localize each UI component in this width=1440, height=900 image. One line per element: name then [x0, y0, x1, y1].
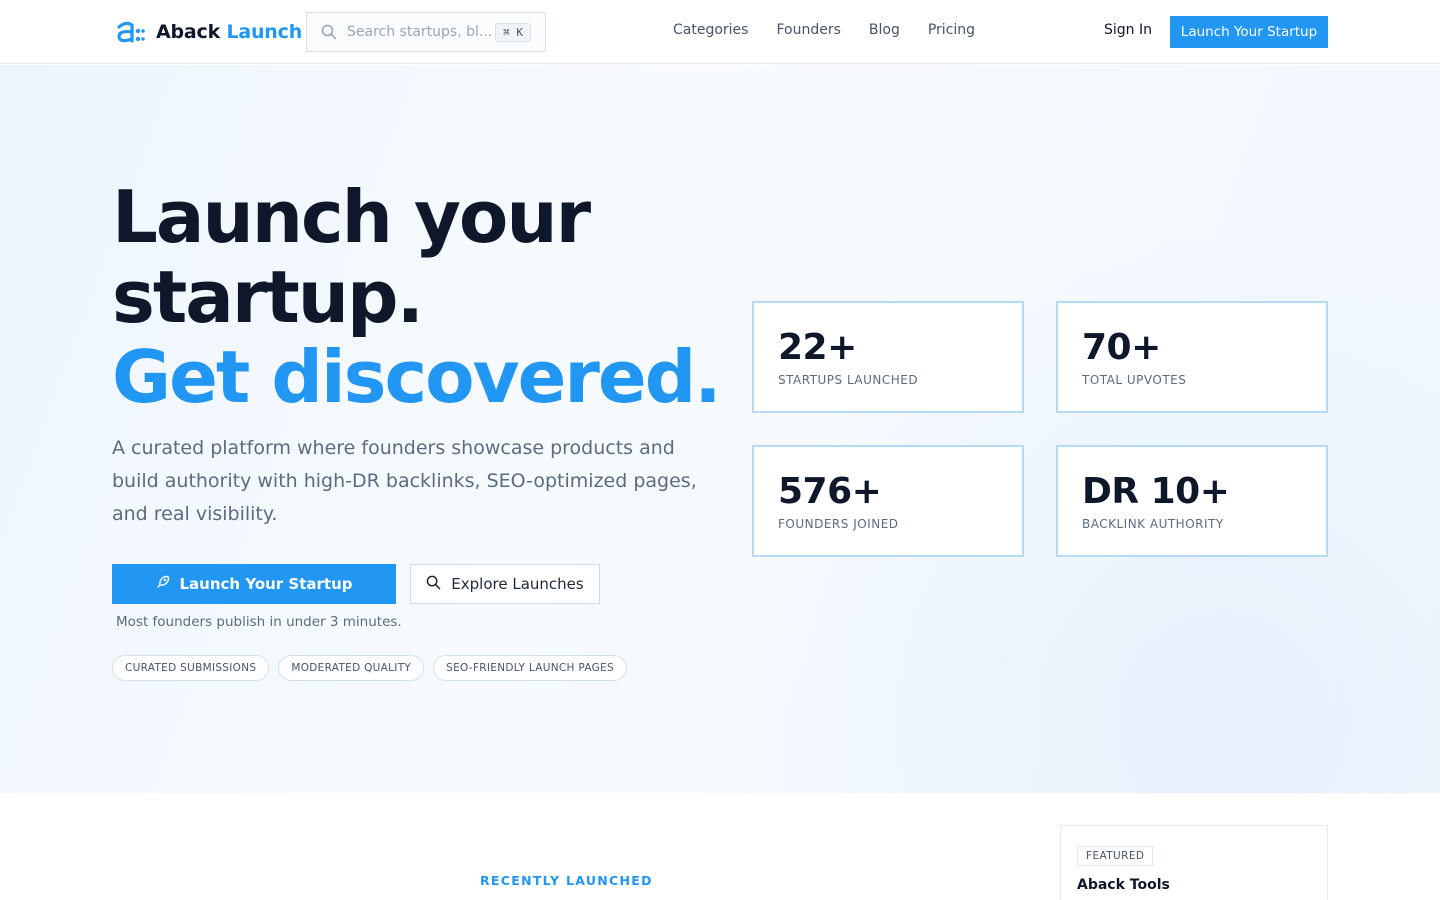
search-input[interactable]: Search startups, bl... ⌘ K — [306, 12, 546, 52]
stat-label: STARTUPS LAUNCHED — [778, 373, 919, 387]
hero-headline: Launch your startup. Get discovered. — [112, 177, 752, 417]
featured-badge: FEATURED — [1077, 846, 1154, 866]
headline-line-1: Launch your — [112, 175, 591, 259]
nav-categories[interactable]: Categories — [673, 22, 748, 38]
search-placeholder: Search startups, bl... — [347, 24, 493, 40]
main-nav: Categories Founders Blog Pricing — [673, 22, 975, 38]
stat-card-startups: 22+ STARTUPS LAUNCHED — [752, 301, 1024, 413]
rocket-icon — [156, 575, 170, 593]
stat-label: BACKLINK AUTHORITY — [1082, 517, 1224, 531]
recently-launched-heading: RECENTLY LAUNCHED — [480, 873, 653, 888]
stat-value: DR 10+ — [1082, 471, 1230, 512]
search-icon — [426, 575, 441, 594]
site-header: Aback Launch Search startups, bl... ⌘ K … — [0, 0, 1440, 64]
stat-label: FOUNDERS JOINED — [778, 517, 899, 531]
launch-startup-label: Launch Your Startup — [179, 575, 353, 593]
headline-line-2: startup. — [112, 255, 424, 339]
hero-subtitle: A curated platform where founders showca… — [112, 437, 697, 525]
brand-name-part2: Launch — [226, 21, 303, 43]
nav-founders[interactable]: Founders — [776, 22, 840, 38]
stat-card-founders: 576+ FOUNDERS JOINED — [752, 445, 1024, 557]
search-icon — [321, 24, 337, 40]
explore-launches-button[interactable]: Explore Launches — [410, 564, 600, 604]
tag-curated-submissions: CURATED SUBMISSIONS — [112, 655, 270, 681]
header-launch-button[interactable]: Launch Your Startup — [1170, 16, 1328, 48]
stat-card-upvotes: 70+ TOTAL UPVOTES — [1056, 301, 1328, 413]
stat-value: 22+ — [778, 327, 857, 368]
hero-section: Launch your startup. Get discovered. A c… — [0, 65, 1440, 793]
tag-moderated-quality: MODERATED QUALITY — [278, 655, 425, 681]
feature-tags: CURATED SUBMISSIONS MODERATED QUALITY SE… — [112, 655, 627, 681]
featured-card[interactable]: FEATURED Aback Tools — [1060, 825, 1328, 900]
search-shortcut-badge: ⌘ K — [495, 22, 531, 42]
stat-card-backlink: DR 10+ BACKLINK AUTHORITY — [1056, 445, 1328, 557]
sign-in-link[interactable]: Sign In — [1104, 22, 1152, 38]
tag-seo-pages: SEO-FRIENDLY LAUNCH PAGES — [433, 655, 627, 681]
headline-accent: Get discovered. — [112, 335, 722, 419]
nav-blog[interactable]: Blog — [869, 22, 900, 38]
aback-logo-icon — [116, 19, 146, 45]
brand-name-part1: Aback — [156, 21, 221, 43]
nav-pricing[interactable]: Pricing — [928, 22, 975, 38]
stat-value: 576+ — [778, 471, 882, 512]
brand-name: Aback Launch — [156, 21, 302, 43]
brand-logo[interactable]: Aback Launch — [116, 19, 302, 45]
stat-label: TOTAL UPVOTES — [1082, 373, 1187, 387]
stat-value: 70+ — [1082, 327, 1161, 368]
featured-title[interactable]: Aback Tools — [1077, 877, 1170, 893]
explore-launches-label: Explore Launches — [451, 575, 584, 593]
launch-startup-button[interactable]: Launch Your Startup — [112, 564, 396, 604]
publish-time-note: Most founders publish in under 3 minutes… — [116, 614, 402, 630]
